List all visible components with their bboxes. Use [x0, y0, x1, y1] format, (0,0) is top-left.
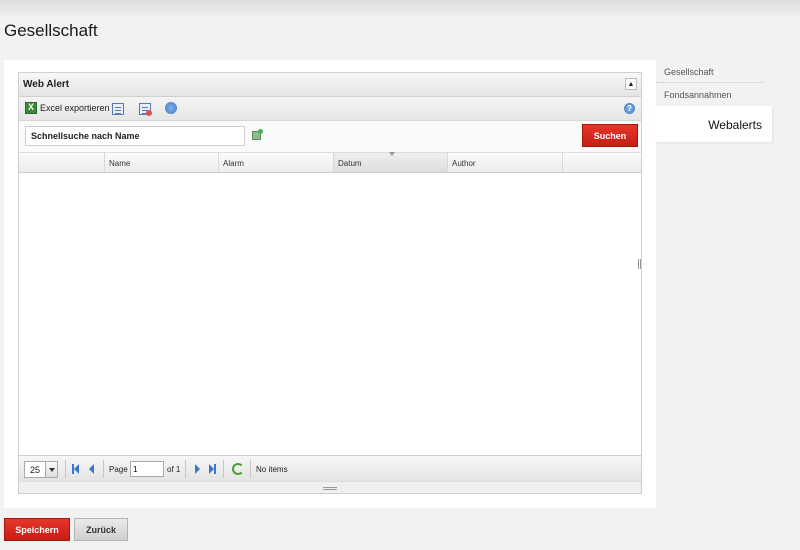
back-button[interactable]: Zurück — [74, 518, 128, 541]
page-size-value: 25 — [30, 465, 41, 475]
page-number-input[interactable] — [130, 461, 164, 477]
grid-toolbar: Excel exportieren ? — [19, 97, 641, 121]
chevron-down-icon[interactable] — [45, 462, 57, 477]
column-header-row: Name Alarm Datum Author — [19, 152, 641, 173]
side-nav-item-webalerts[interactable]: Webalerts — [656, 106, 772, 142]
side-nav: Gesellschaft Fondsannahmen Webalerts — [656, 60, 800, 142]
top-bar — [0, 0, 800, 18]
save-button[interactable]: Speichern — [4, 518, 70, 541]
column-header-select[interactable] — [19, 153, 105, 172]
grid-resize-grip[interactable] — [19, 481, 641, 493]
add-filter-icon[interactable] — [252, 129, 263, 140]
last-page-icon[interactable] — [209, 464, 216, 474]
refresh-icon[interactable] — [232, 463, 244, 475]
edit-sheet-icon[interactable] — [112, 103, 124, 115]
excel-export-label: Excel exportieren — [40, 103, 110, 113]
grid-header: Web Alert ▲ — [19, 73, 641, 97]
search-input[interactable] — [25, 126, 245, 146]
pager-divider — [185, 460, 186, 478]
pager-divider — [250, 460, 251, 478]
pager-divider — [223, 460, 224, 478]
content-panel: Web Alert ▲ Excel exportieren ? Suchen N… — [4, 60, 656, 508]
search-button[interactable]: Suchen — [582, 124, 638, 147]
excel-icon — [25, 102, 37, 114]
column-header-name[interactable]: Name — [105, 153, 219, 172]
pager-divider — [65, 460, 66, 478]
side-nav-item-fondsannahmen[interactable]: Fondsannahmen — [656, 83, 764, 106]
pager: 25 Page of 1 No items — [19, 455, 641, 481]
column-header-alarm[interactable]: Alarm — [219, 153, 334, 172]
help-icon[interactable]: ? — [624, 103, 635, 114]
page-count-label: of 1 — [167, 465, 181, 474]
grid-body — [19, 173, 641, 461]
pager-divider — [103, 460, 104, 478]
page-size-select[interactable]: 25 — [24, 461, 58, 478]
next-page-icon[interactable] — [195, 464, 200, 474]
search-row: Suchen — [19, 121, 641, 153]
side-nav-item-gesellschaft[interactable]: Gesellschaft — [656, 60, 764, 83]
delete-sheet-icon[interactable] — [139, 103, 152, 116]
grid-title: Web Alert — [23, 79, 70, 90]
sort-arrow-icon — [389, 152, 395, 156]
page-label: Page — [109, 465, 128, 474]
move-icon[interactable] — [165, 102, 177, 114]
collapse-button[interactable]: ▲ — [625, 78, 637, 90]
excel-export-button[interactable]: Excel exportieren — [25, 102, 110, 114]
web-alert-grid: Web Alert ▲ Excel exportieren ? Suchen N… — [18, 72, 642, 494]
first-page-icon[interactable] — [72, 464, 79, 474]
prev-page-icon[interactable] — [89, 464, 94, 474]
column-header-author[interactable]: Author — [448, 153, 563, 172]
page-title: Gesellschaft — [4, 21, 98, 40]
pager-status: No items — [256, 465, 288, 474]
resize-handle[interactable] — [638, 259, 641, 269]
